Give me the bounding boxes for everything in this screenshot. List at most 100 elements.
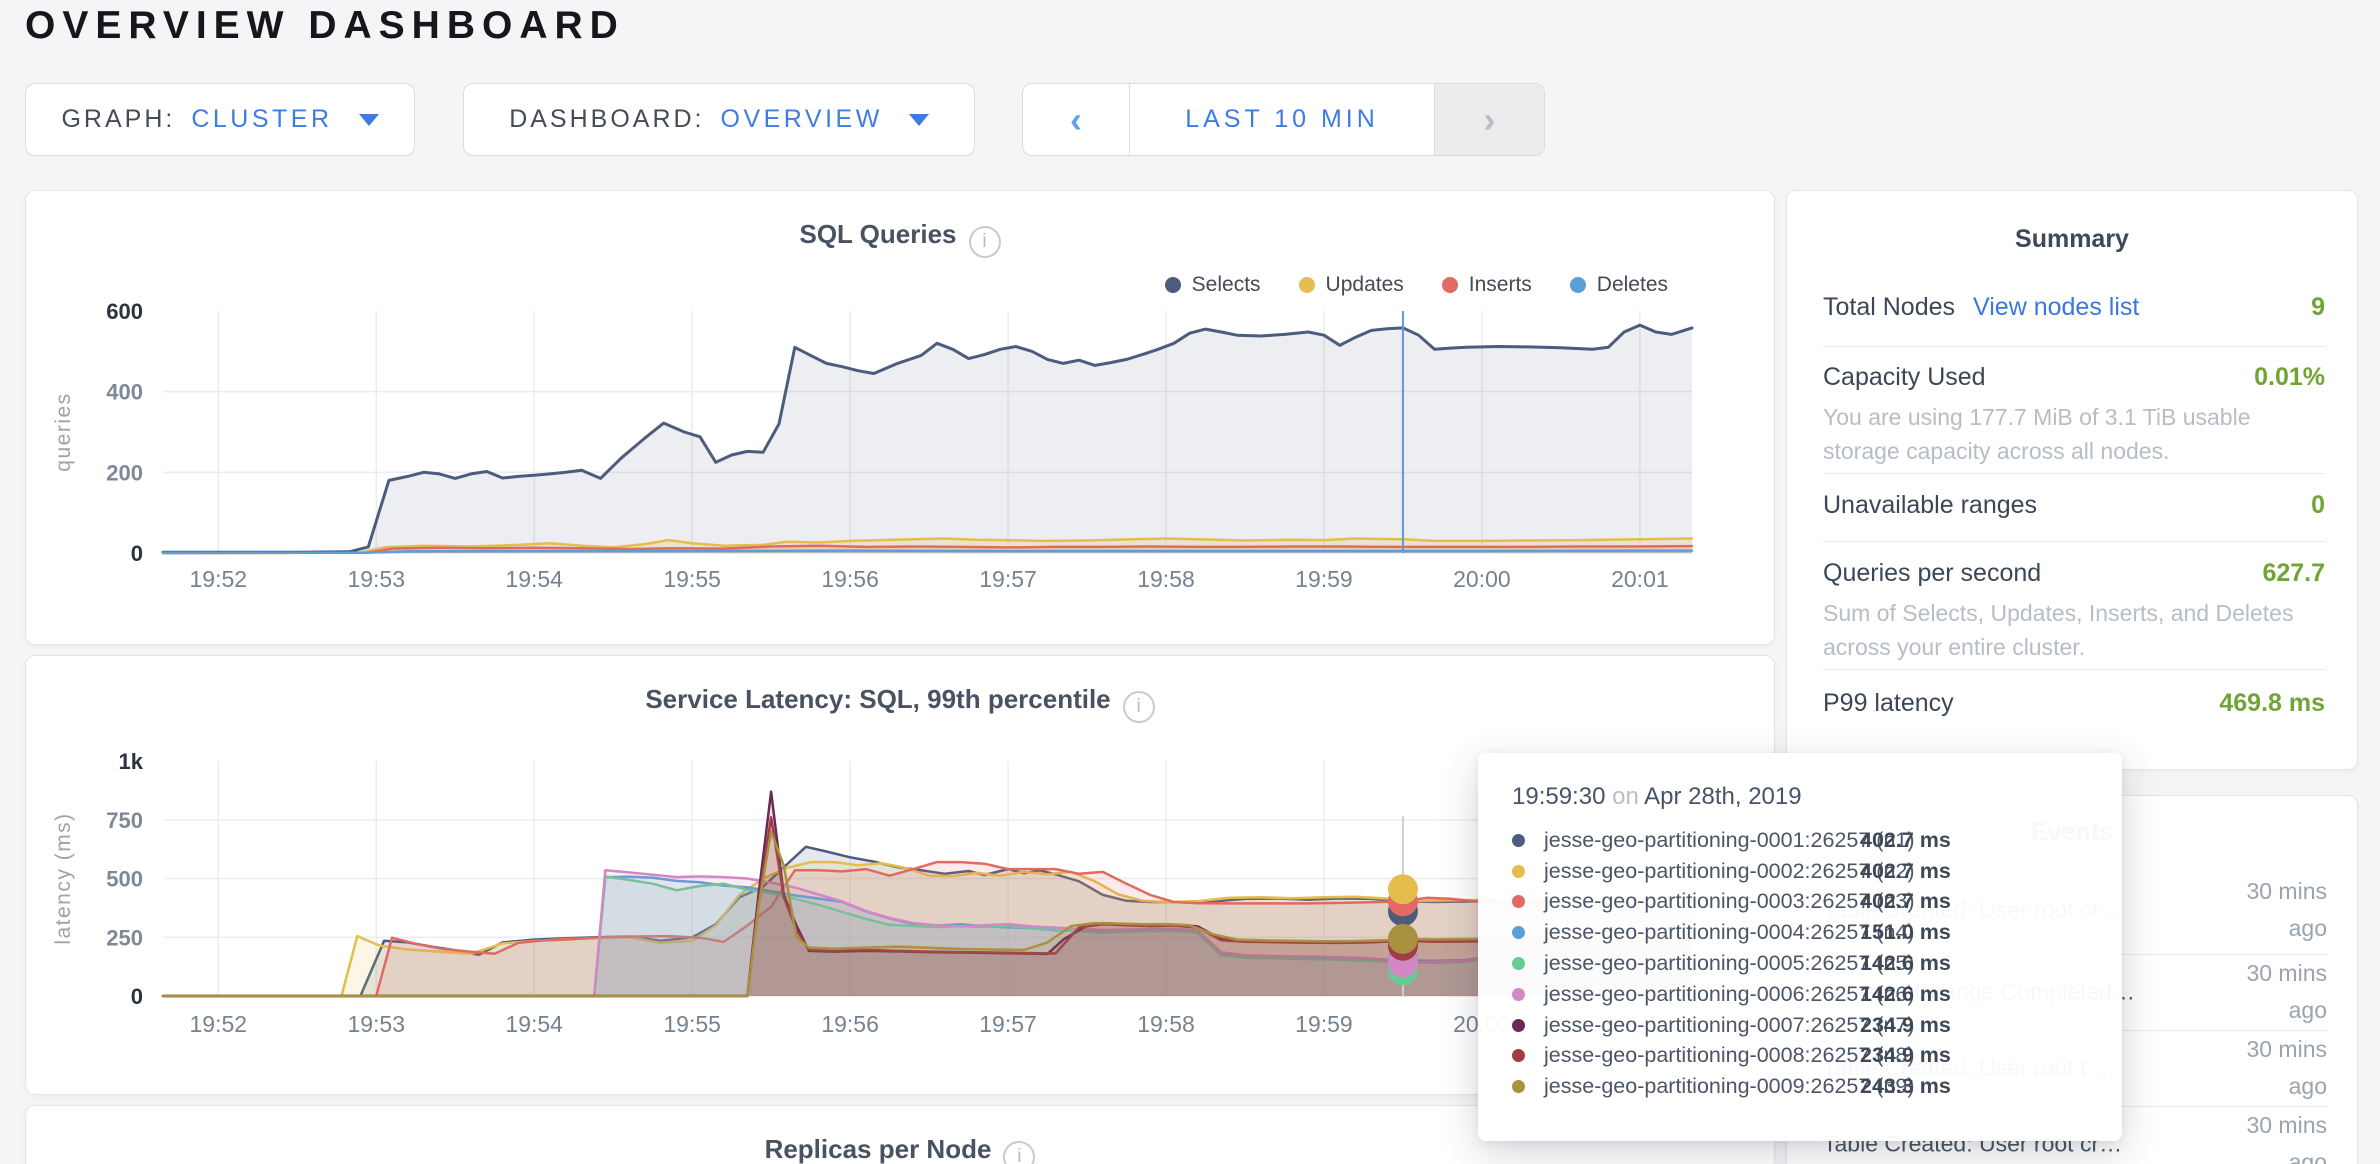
chart-hover-tooltip: 19:59:30 on Apr 28th, 2019 jesse-geo-par… bbox=[1478, 753, 2122, 1141]
tooltip-row: jesse-geo-partitioning-0002:26257 (n2) 4… bbox=[1512, 856, 2088, 887]
svg-text:19:53: 19:53 bbox=[347, 1011, 405, 1037]
tooltip-node-name: jesse-geo-partitioning-0007:26257 (n7) bbox=[1544, 1013, 1860, 1038]
chevron-down-icon bbox=[909, 114, 929, 126]
graph-dropdown-label: GRAPH: bbox=[61, 105, 175, 134]
svg-text:19:54: 19:54 bbox=[505, 1011, 563, 1037]
series-dot-icon bbox=[1512, 1080, 1525, 1093]
selects-dot-icon bbox=[1165, 277, 1181, 293]
svg-text:19:57: 19:57 bbox=[979, 566, 1037, 592]
replicas-per-node-title-text: Replicas per Node bbox=[765, 1134, 992, 1164]
legend-item-inserts[interactable]: Inserts bbox=[1442, 273, 1532, 297]
tooltip-node-value: 142.6 ms bbox=[1860, 982, 1951, 1007]
view-nodes-list-link[interactable]: View nodes list bbox=[1973, 293, 2139, 322]
series-dot-icon bbox=[1512, 957, 1525, 970]
tooltip-row: jesse-geo-partitioning-0008:26257 (n8) 2… bbox=[1512, 1041, 2088, 1072]
tooltip-date: Apr 28th, 2019 bbox=[1644, 783, 1801, 810]
info-icon[interactable]: i bbox=[969, 226, 1001, 258]
sql-queries-chart[interactable]: 0 200 400 600 19:52 19:53 19:54 19:55 19:56 19:57… bbox=[26, 191, 1776, 646]
svg-text:19:53: 19:53 bbox=[347, 566, 405, 592]
graph-dropdown[interactable]: GRAPH: CLUSTER bbox=[25, 83, 415, 156]
svg-text:19:52: 19:52 bbox=[190, 566, 248, 592]
sql-queries-legend: Selects Updates Inserts Deletes bbox=[1165, 273, 1668, 297]
dashboard-dropdown-label: DASHBOARD: bbox=[509, 105, 704, 134]
info-icon[interactable]: i bbox=[1123, 691, 1155, 723]
tooltip-row: jesse-geo-partitioning-0001:26257 (n1) 4… bbox=[1512, 825, 2088, 856]
tooltip-row: jesse-geo-partitioning-0004:26257 (n4) 1… bbox=[1512, 917, 2088, 948]
divider bbox=[1823, 541, 2325, 542]
total-nodes-label: Total Nodes bbox=[1823, 293, 1955, 322]
tooltip-header: 19:59:30 on Apr 28th, 2019 bbox=[1512, 783, 2088, 811]
time-range-prev-button[interactable]: ‹ bbox=[1023, 84, 1130, 155]
event-time: 30 mins ago bbox=[2227, 1107, 2327, 1164]
tooltip-rows: jesse-geo-partitioning-0001:26257 (n1) 4… bbox=[1512, 825, 2088, 1102]
svg-text:19:58: 19:58 bbox=[1137, 1011, 1195, 1037]
svg-text:19:54: 19:54 bbox=[505, 566, 563, 592]
svg-text:latency (ms): latency (ms) bbox=[52, 812, 75, 944]
summary-row-capacity: Capacity Used 0.01% You are using 177.7 … bbox=[1823, 363, 2325, 468]
chevron-left-icon: ‹ bbox=[1070, 102, 1082, 138]
service-latency-title: Service Latency: SQL, 99th percentile i bbox=[26, 684, 1774, 723]
tooltip-node-name: jesse-geo-partitioning-0001:26257 (n1) bbox=[1544, 828, 1860, 853]
series-dot-icon bbox=[1512, 865, 1525, 878]
tooltip-node-value: 142.6 ms bbox=[1860, 951, 1951, 976]
svg-text:500: 500 bbox=[106, 867, 143, 892]
tooltip-node-value: 234.9 ms bbox=[1860, 1043, 1951, 1068]
svg-text:19:56: 19:56 bbox=[821, 566, 879, 592]
time-range-label: LAST 10 MIN bbox=[1185, 105, 1379, 134]
svg-text:1k: 1k bbox=[119, 749, 144, 774]
tooltip-row: jesse-geo-partitioning-0007:26257 (n7) 2… bbox=[1512, 1010, 2088, 1041]
series-dot-icon bbox=[1512, 926, 1525, 939]
svg-text:19:59: 19:59 bbox=[1295, 566, 1353, 592]
svg-text:400: 400 bbox=[106, 380, 143, 405]
svg-text:queries: queries bbox=[52, 392, 75, 471]
dashboard-dropdown[interactable]: DASHBOARD: OVERVIEW bbox=[463, 83, 975, 156]
inserts-dot-icon bbox=[1442, 277, 1458, 293]
series-dot-icon bbox=[1512, 834, 1525, 847]
svg-text:19:56: 19:56 bbox=[821, 1011, 879, 1037]
legend-item-deletes[interactable]: Deletes bbox=[1570, 273, 1668, 297]
tooltip-node-name: jesse-geo-partitioning-0003:26257 (n3) bbox=[1544, 889, 1860, 914]
summary-row-unavailable: Unavailable ranges 0 bbox=[1823, 491, 2325, 520]
svg-text:20:00: 20:00 bbox=[1453, 566, 1511, 592]
capacity-used-label: Capacity Used bbox=[1823, 363, 1986, 392]
svg-text:600: 600 bbox=[106, 299, 143, 324]
time-range-next-button[interactable]: › bbox=[1434, 84, 1544, 155]
tooltip-on: on bbox=[1612, 783, 1639, 810]
tooltip-node-name: jesse-geo-partitioning-0005:26257 (n5) bbox=[1544, 951, 1860, 976]
legend-label: Selects bbox=[1192, 273, 1261, 297]
svg-text:0: 0 bbox=[131, 541, 143, 566]
tooltip-time: 19:59:30 bbox=[1512, 783, 1605, 810]
legend-label: Deletes bbox=[1597, 273, 1668, 297]
queries-per-second-desc: Sum of Selects, Updates, Inserts, and De… bbox=[1823, 596, 2325, 664]
svg-text:19:58: 19:58 bbox=[1137, 566, 1195, 592]
tooltip-node-name: jesse-geo-partitioning-0006:26257 (n6) bbox=[1544, 982, 1860, 1007]
svg-text:250: 250 bbox=[106, 925, 143, 950]
unavailable-ranges-value: 0 bbox=[2311, 491, 2325, 520]
event-time: 30 mins ago bbox=[2227, 955, 2327, 1029]
tooltip-row: jesse-geo-partitioning-0005:26257 (n5) 1… bbox=[1512, 948, 2088, 979]
updates-dot-icon bbox=[1299, 277, 1315, 293]
series-dot-icon bbox=[1512, 1049, 1525, 1062]
tooltip-node-value: 234.9 ms bbox=[1860, 1013, 1951, 1038]
time-range-value-button[interactable]: LAST 10 MIN bbox=[1130, 84, 1434, 155]
series-dot-icon bbox=[1512, 895, 1525, 908]
info-icon[interactable]: i bbox=[1003, 1141, 1035, 1164]
legend-item-updates[interactable]: Updates bbox=[1299, 273, 1404, 297]
tooltip-row: jesse-geo-partitioning-0003:26257 (n3) 4… bbox=[1512, 887, 2088, 918]
legend-label: Inserts bbox=[1469, 273, 1532, 297]
graph-dropdown-value: CLUSTER bbox=[191, 105, 332, 134]
service-latency-title-text: Service Latency: SQL, 99th percentile bbox=[645, 684, 1110, 714]
legend-item-selects[interactable]: Selects bbox=[1165, 273, 1261, 297]
svg-text:19:55: 19:55 bbox=[663, 566, 721, 592]
chevron-right-icon: › bbox=[1484, 102, 1496, 138]
tooltip-row: jesse-geo-partitioning-0006:26257 (n6) 1… bbox=[1512, 979, 2088, 1010]
svg-text:19:57: 19:57 bbox=[979, 1011, 1037, 1037]
svg-text:200: 200 bbox=[106, 460, 143, 485]
tooltip-node-value: 151.0 ms bbox=[1860, 920, 1951, 945]
chevron-down-icon bbox=[359, 114, 379, 126]
sql-queries-title: SQL Queries i bbox=[26, 219, 1774, 258]
series-dot-icon bbox=[1512, 988, 1525, 1001]
sql-queries-title-text: SQL Queries bbox=[799, 219, 956, 249]
summary-card: Summary Total Nodes View nodes list 9 Ca… bbox=[1786, 190, 2358, 770]
tooltip-node-value: 402.7 ms bbox=[1860, 889, 1951, 914]
